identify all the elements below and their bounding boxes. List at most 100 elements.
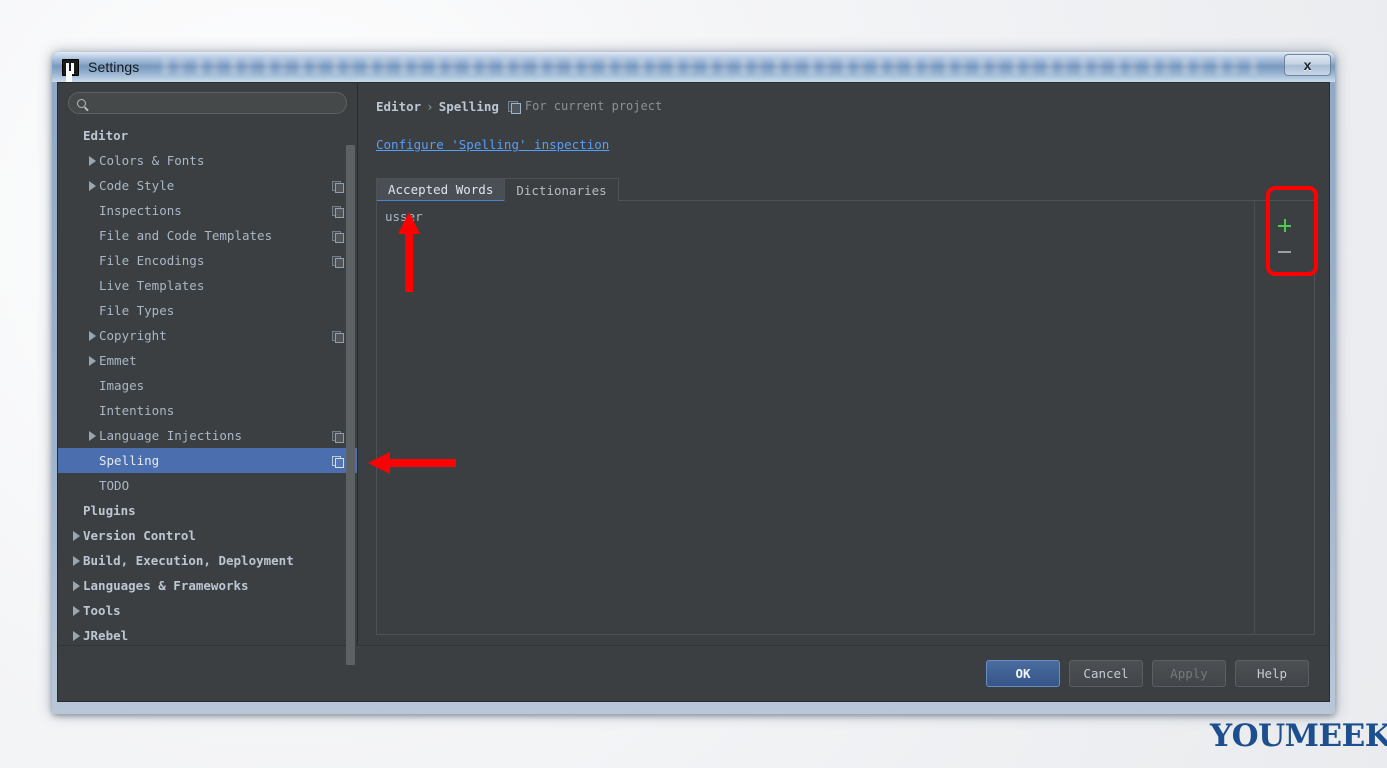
chevron-right-icon[interactable] — [72, 630, 83, 641]
breadcrumb: Editor › Spelling For current project — [376, 97, 1315, 115]
sidebar-item-copyright[interactable]: Copyright — [58, 323, 357, 348]
list-toolbar — [1254, 201, 1314, 634]
chevron-right-icon[interactable] — [72, 605, 83, 616]
sidebar-item-label: Code Style — [99, 178, 175, 193]
add-word-button[interactable] — [1272, 213, 1298, 239]
sidebar-item-label: File and Code Templates — [99, 228, 273, 243]
tab-dictionaries[interactable]: Dictionaries — [504, 178, 619, 201]
sidebar-scrollbar-thumb[interactable] — [346, 145, 355, 665]
sidebar-item-version-control[interactable]: Version Control — [58, 523, 357, 548]
scope-note: For current project — [524, 99, 663, 113]
sidebar-item-label: File Encodings — [99, 253, 205, 268]
sidebar-item-file-types[interactable]: File Types — [58, 298, 357, 323]
chevron-right-icon[interactable] — [88, 180, 99, 191]
breadcrumb-leaf: Spelling — [438, 98, 499, 114]
chevron-right-icon[interactable] — [88, 430, 99, 441]
sidebar-item-label: Images — [99, 378, 145, 393]
sidebar-item-label: Intentions — [99, 403, 175, 418]
sidebar-item-language-injections[interactable]: Language Injections — [58, 423, 357, 448]
search-input[interactable] — [92, 96, 338, 110]
watermark-text: YOUMEEK — [1210, 717, 1387, 754]
sidebar-item-plugins[interactable]: Plugins — [58, 498, 357, 523]
sidebar-item-colors-fonts[interactable]: Colors & Fonts — [58, 148, 357, 173]
chevron-right-icon[interactable] — [88, 355, 99, 366]
configure-inspection-link[interactable]: Configure 'Spelling' inspection — [376, 137, 609, 152]
apply-button: Apply — [1152, 660, 1226, 687]
sidebar-item-live-templates[interactable]: Live Templates — [58, 273, 357, 298]
sidebar-item-emmet[interactable]: Emmet — [58, 348, 357, 373]
remove-word-button[interactable] — [1272, 239, 1298, 265]
sidebar-item-label: Build, Execution, Deployment — [83, 553, 294, 568]
ok-button[interactable]: OK — [986, 660, 1060, 687]
project-scope-icon — [332, 255, 344, 268]
sidebar-item-label: JRebel — [83, 628, 129, 643]
project-scope-icon — [332, 230, 344, 243]
sidebar-item-label: Copyright — [99, 328, 167, 343]
sidebar-item-todo[interactable]: TODO — [58, 473, 357, 498]
sidebar-item-label: Language Injections — [99, 428, 242, 443]
accepted-words-list[interactable]: usser — [377, 201, 1254, 634]
settings-content-pane: Editor › Spelling For current project Co… — [358, 83, 1329, 645]
chevron-right-icon[interactable] — [72, 580, 83, 591]
close-icon[interactable]: x — [1284, 54, 1331, 76]
watermark: YOUMEEK — [1208, 712, 1387, 760]
cancel-button[interactable]: Cancel — [1069, 660, 1143, 687]
sidebar-item-label: Spelling — [99, 453, 160, 468]
project-scope-icon — [332, 330, 344, 343]
sidebar-item-spelling[interactable]: Spelling — [58, 448, 357, 473]
sidebar-item-file-encodings[interactable]: File Encodings — [58, 248, 357, 273]
breadcrumb-root[interactable]: Editor — [376, 99, 421, 114]
dialog-body: Editor Colors & Fonts Code Style Inspection… — [58, 83, 1329, 688]
settings-tree[interactable]: Editor Colors & Fonts Code Style Inspection… — [58, 120, 357, 645]
sidebar-item-tools[interactable]: Tools — [58, 598, 357, 623]
sidebar-item-label: Plugins — [83, 503, 136, 518]
chevron-right-icon[interactable] — [72, 530, 83, 541]
chevron-right-icon[interactable] — [72, 555, 83, 566]
sidebar-item-label: TODO — [99, 478, 130, 493]
window-titlebar[interactable]: Settings x — [52, 52, 1335, 82]
breadcrumb-separator: › — [426, 98, 434, 114]
chevron-right-icon[interactable] — [88, 155, 99, 166]
sidebar-item-languages-frameworks[interactable]: Languages & Frameworks — [58, 573, 357, 598]
sidebar-item-label: Inspections — [99, 203, 182, 218]
sidebar-item-file-and-code-templates[interactable]: File and Code Templates — [58, 223, 357, 248]
project-scope-icon — [332, 455, 344, 468]
sidebar-item-editor[interactable]: Editor — [58, 123, 357, 148]
sidebar-item-label: Colors & Fonts — [99, 153, 205, 168]
settings-sidebar: Editor Colors & Fonts Code Style Inspection… — [58, 83, 358, 688]
sidebar-item-label: Editor — [83, 128, 129, 143]
sidebar-item-intentions[interactable]: Intentions — [58, 398, 357, 423]
dialog-footer: OK Cancel Apply Help — [58, 645, 1329, 701]
sidebar-item-label: File Types — [99, 303, 175, 318]
help-button[interactable]: Help — [1235, 660, 1309, 687]
sidebar-item-images[interactable]: Images — [58, 373, 357, 398]
sidebar-search-wrap — [58, 83, 357, 120]
sidebar-item-label: Version Control — [83, 528, 196, 543]
settings-tabs[interactable]: Accepted Words Dictionaries — [376, 178, 1315, 202]
project-scope-icon — [507, 100, 521, 114]
accepted-words-panel: usser — [376, 201, 1315, 635]
tab-accepted-words[interactable]: Accepted Words — [376, 178, 506, 202]
sidebar-item-inspections[interactable]: Inspections — [58, 198, 357, 223]
intellij-idea-logo-icon — [62, 58, 79, 76]
chevron-right-icon[interactable] — [88, 330, 99, 341]
sidebar-item-build-execution-deployment[interactable]: Build, Execution, Deployment — [58, 548, 357, 573]
search-box[interactable] — [68, 92, 347, 114]
sidebar-item-jrebel[interactable]: JRebel — [58, 623, 357, 645]
project-scope-icon — [332, 205, 344, 218]
accepted-word-item[interactable]: usser — [385, 208, 1254, 226]
sidebar-item-label: Emmet — [99, 353, 137, 368]
sidebar-item-code-style[interactable]: Code Style — [58, 173, 357, 198]
search-icon — [77, 98, 86, 108]
settings-window: Settings x Editor Colors & Fonts Code Styl… — [52, 52, 1335, 714]
sidebar-item-label: Languages & Frameworks — [83, 578, 249, 593]
sidebar-item-label: Live Templates — [99, 278, 205, 293]
